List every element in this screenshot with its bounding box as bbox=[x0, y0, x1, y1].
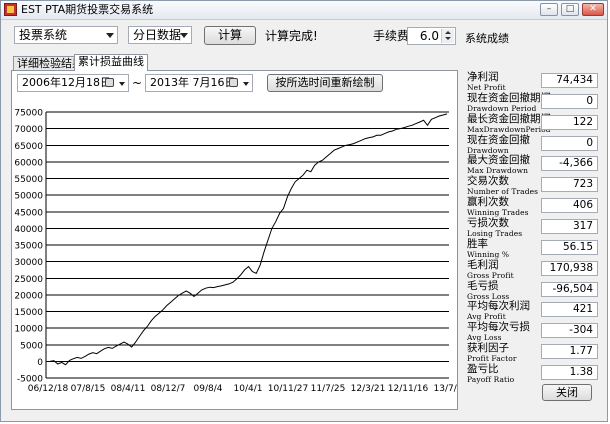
y-tick-label: 15000 bbox=[14, 308, 43, 318]
stat-sublabel: Avg Loss bbox=[467, 333, 502, 343]
stat-sublabel: Losing Trades bbox=[467, 228, 523, 238]
stat-label: 亏损次数 bbox=[467, 216, 509, 229]
stats-title: 系统成绩 bbox=[465, 32, 509, 45]
y-tick-label: 75000 bbox=[14, 109, 43, 119]
minimize-button[interactable]: – bbox=[540, 3, 558, 16]
stat-label: 净利润 bbox=[467, 71, 499, 83]
x-tick-label: 07/8/15 bbox=[71, 384, 106, 394]
y-tick-label: 50000 bbox=[14, 192, 43, 202]
fee-value: 6.0 bbox=[419, 29, 439, 43]
title-bar[interactable]: EST PTA期货投票交易系统 – □ ✕ bbox=[1, 1, 607, 20]
close-window-button[interactable]: ✕ bbox=[582, 3, 604, 16]
stat-value: 317 bbox=[541, 218, 598, 234]
stat-value: 406 bbox=[541, 198, 598, 214]
stat-sublabel: Payoff Ratio bbox=[467, 374, 515, 384]
x-tick-label: 08/4/11 bbox=[111, 384, 146, 394]
stat-sublabel: Winning % bbox=[467, 249, 510, 259]
stat-sublabel: Net Profit bbox=[467, 83, 506, 92]
x-tick-label: 12/3/21 bbox=[351, 384, 386, 394]
stat-sublabel: MaxDrawdownPeriod bbox=[467, 124, 551, 134]
stat-value: 0 bbox=[541, 93, 598, 109]
series-line bbox=[49, 113, 448, 366]
stat-value: -4,366 bbox=[541, 156, 598, 172]
stat-sublabel: Drawdown Period bbox=[467, 103, 537, 113]
y-tick-label: 65000 bbox=[14, 142, 43, 152]
fee-stepper[interactable]: 6.0 bbox=[407, 27, 456, 45]
stat-value: 421 bbox=[541, 302, 598, 318]
stat-value: 170,938 bbox=[541, 260, 598, 276]
tab-cumulative-pnl[interactable]: 累计损益曲线 bbox=[74, 54, 148, 71]
y-tick-label: 0 bbox=[37, 358, 43, 368]
stat-label: 胜率 bbox=[467, 237, 488, 250]
stat-label: 最大资金回撤 bbox=[467, 154, 530, 167]
close-button[interactable]: 关闭 bbox=[542, 384, 592, 401]
x-tick-label: 10/4/1 bbox=[234, 384, 263, 394]
window-title: EST PTA期货投票交易系统 bbox=[21, 3, 154, 16]
y-tick-label: 55000 bbox=[14, 175, 43, 185]
stat-label: 赢利次数 bbox=[467, 196, 509, 209]
stat-value: 1.77 bbox=[541, 344, 598, 360]
maximize-button[interactable]: □ bbox=[561, 3, 579, 16]
stat-sublabel: Number of Trades bbox=[467, 187, 539, 197]
cumulative-pnl-chart: -5000 0 5000 10000 15000 20000 25000 30000 35000… bbox=[14, 109, 457, 395]
x-tick-label: 06/12/18 bbox=[28, 384, 69, 394]
stat-value: 0 bbox=[541, 135, 598, 151]
stepper-up-icon[interactable] bbox=[441, 29, 454, 36]
stat-sublabel: Profit Factor bbox=[467, 354, 517, 364]
y-tick-label: 45000 bbox=[14, 208, 43, 218]
y-tick-label: 5000 bbox=[20, 341, 43, 351]
stat-label: 盈亏比 bbox=[467, 362, 499, 375]
y-tick-label: 10000 bbox=[14, 325, 43, 335]
x-tick-label: 10/11/27 bbox=[268, 384, 308, 394]
system-select-value: 投票系统 bbox=[19, 28, 68, 42]
calculate-button[interactable]: 计算 bbox=[204, 26, 256, 45]
chevron-down-icon bbox=[106, 33, 114, 38]
chart-panel: 2006年12月18日 ~ 2013年 7月16日 按所选时间重新绘制 -500… bbox=[11, 70, 458, 410]
data-select-value: 分日数据 bbox=[133, 28, 182, 42]
stat-value: 56.15 bbox=[541, 239, 598, 255]
x-tick-label: 13/7/1 bbox=[434, 384, 457, 394]
stat-value: 74,434 bbox=[541, 73, 598, 88]
stat-label: 平均每次亏损 bbox=[467, 321, 530, 334]
y-tick-label: 70000 bbox=[14, 125, 43, 135]
data-select[interactable]: 分日数据 bbox=[128, 26, 192, 44]
x-tick-label: 12/11/16 bbox=[388, 384, 429, 394]
stat-label: 获利因子 bbox=[467, 342, 509, 355]
y-tick-label: 35000 bbox=[14, 242, 43, 252]
chevron-down-icon bbox=[180, 33, 188, 38]
y-tick-label: 20000 bbox=[14, 291, 43, 301]
y-tick-label: 60000 bbox=[14, 158, 43, 168]
stat-sublabel: Winning Trades bbox=[467, 208, 529, 218]
y-tick-label: 40000 bbox=[14, 225, 43, 235]
status-text: 计算完成! bbox=[265, 29, 318, 43]
stat-label: 交易次数 bbox=[467, 175, 509, 188]
stat-label: 现在资金回撤期间 bbox=[467, 91, 551, 104]
stepper-down-icon[interactable] bbox=[441, 36, 454, 43]
x-tick-label: 11/7/25 bbox=[311, 384, 346, 394]
y-tick-label: 30000 bbox=[14, 258, 43, 268]
stat-label: 毛亏损 bbox=[467, 279, 499, 292]
stat-label: 最长资金回撤期间 bbox=[467, 112, 551, 125]
stat-label: 现在资金回撤 bbox=[467, 133, 530, 146]
stat-value: 122 bbox=[541, 114, 598, 130]
x-tick-label: 09/8/4 bbox=[194, 384, 223, 394]
y-tick-label: -5000 bbox=[17, 375, 43, 385]
fee-label: 手续费 bbox=[373, 29, 410, 43]
stat-sublabel: Avg Profit bbox=[467, 312, 506, 322]
stat-sublabel: Gross Profit bbox=[467, 270, 514, 280]
app-window: EST PTA期货投票交易系统 – □ ✕ 投票系统 分日数据 计算 计算完成!… bbox=[0, 0, 608, 422]
stat-value: 1.38 bbox=[541, 364, 598, 380]
stat-value: -96,504 bbox=[541, 281, 598, 297]
app-logo-icon bbox=[4, 3, 17, 16]
stat-value: -304 bbox=[541, 323, 598, 339]
stat-value: 723 bbox=[541, 177, 598, 193]
stat-label: 毛利润 bbox=[467, 258, 499, 271]
y-tick-label: 25000 bbox=[14, 275, 43, 285]
x-tick-label: 08/12/7 bbox=[151, 384, 186, 394]
system-select[interactable]: 投票系统 bbox=[14, 26, 118, 44]
stat-label: 平均每次利润 bbox=[467, 300, 530, 313]
